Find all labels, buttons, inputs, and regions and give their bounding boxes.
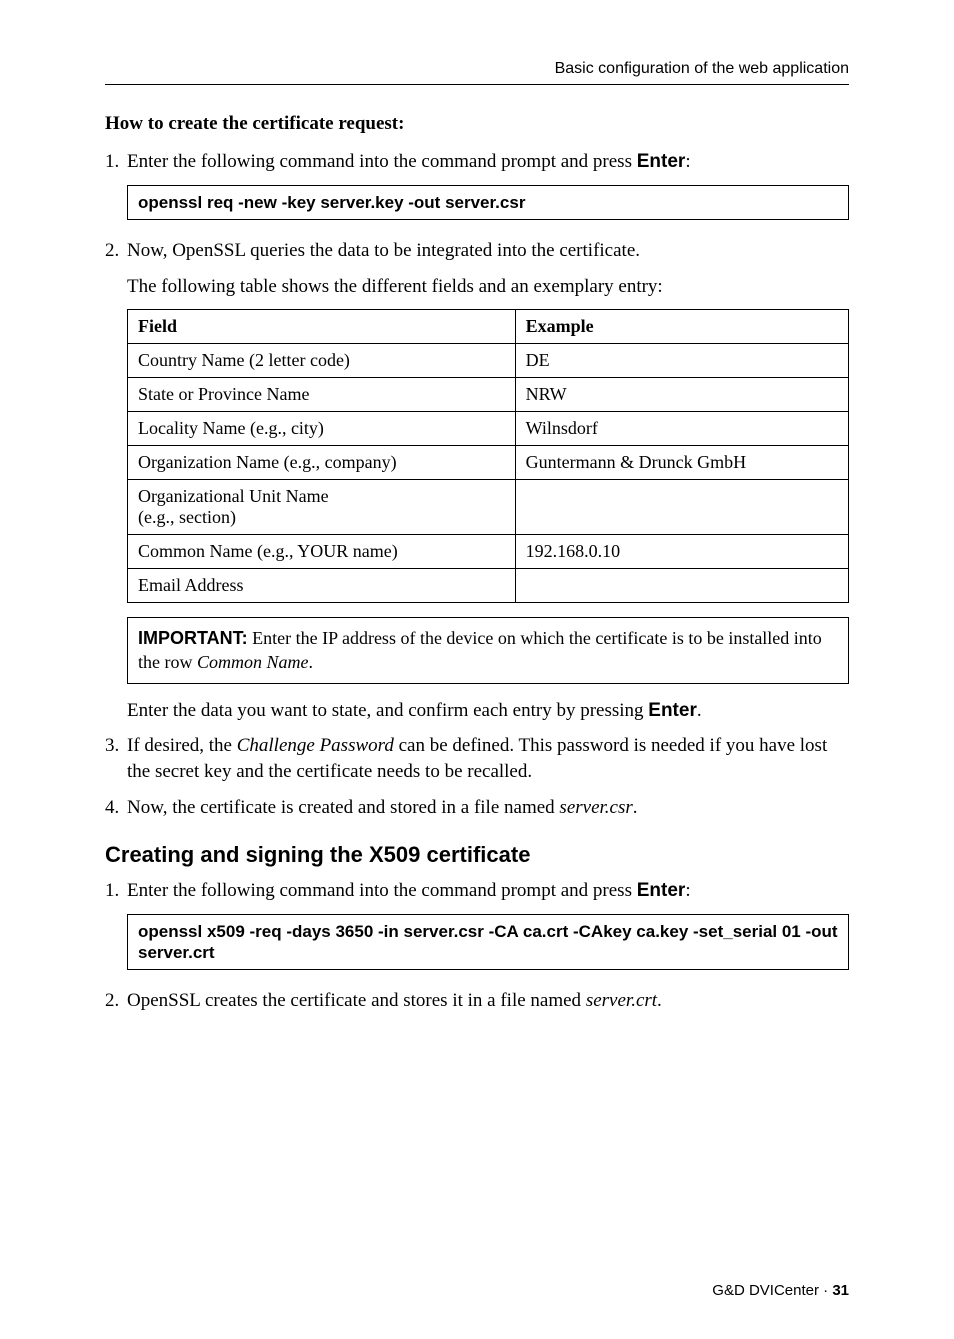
step-number: 2. [105,988,127,1014]
italic-text: server.csr [559,797,632,818]
footer-page-number: 31 [832,1282,849,1299]
page-footer: G&D DVICenter · 31 [712,1282,849,1299]
x509-step-2: 2.OpenSSL creates the certificate and st… [105,988,849,1014]
section-heading-create-request: How to create the certificate request: [105,113,849,135]
cell-field: Organizational Unit Name (e.g., section) [128,480,516,535]
footer-product: G&D DVICenter · [712,1282,832,1299]
table-row: Common Name (e.g., YOUR name) 192.168.0.… [128,535,849,569]
table-row: Country Name (2 letter code) DE [128,344,849,378]
text-suffix: . [697,700,702,721]
step-4: 4.Now, the certificate is created and st… [105,795,849,821]
cell-example: DE [515,344,848,378]
x509-step-1: 1.Enter the following command into the c… [105,878,849,904]
cell-field: Organization Name (e.g., company) [128,446,516,480]
step-suffix: : [685,880,690,901]
step-1: 1.Enter the following command into the c… [105,149,849,175]
code-block-openssl-x509: openssl x509 -req -days 3650 -in server.… [127,914,849,971]
cell-field: Country Name (2 letter code) [128,344,516,378]
italic-text: server.crt [586,990,657,1011]
document-page: Basic configuration of the web applicati… [0,0,954,1339]
section-heading-x509: Creating and signing the X509 certificat… [105,842,849,868]
table-row: Email Address [128,569,849,603]
step-text: If desired, the [127,735,237,756]
fields-table: Field Example Country Name (2 letter cod… [127,309,849,603]
table-header-row: Field Example [128,310,849,344]
cell-example: 192.168.0.10 [515,535,848,569]
important-italic: Common Name [197,652,309,672]
step-suffix: . [657,990,662,1011]
cell-example: Wilnsdorf [515,412,848,446]
step-number: 1. [105,878,127,904]
important-callout: IMPORTANT: Enter the IP address of the d… [127,617,849,684]
step-2: 2.Now, OpenSSL queries the data to be in… [105,238,849,264]
table-row: Locality Name (e.g., city) Wilnsdorf [128,412,849,446]
step-text: Now, OpenSSL queries the data to be inte… [127,240,640,261]
running-header: Basic configuration of the web applicati… [105,60,849,85]
col-example: Example [515,310,848,344]
key-enter: Enter [637,151,686,172]
step-number: 3. [105,733,127,759]
cell-example [515,480,848,535]
key-enter: Enter [637,880,686,901]
step-text: Now, the certificate is created and stor… [127,797,559,818]
step-3: 3.If desired, the Challenge Password can… [105,733,849,784]
key-enter: Enter [648,700,697,721]
step-number: 4. [105,795,127,821]
step-2b-text: The following table shows the different … [127,274,849,300]
cell-example [515,569,848,603]
step-text: OpenSSL creates the certificate and stor… [127,990,586,1011]
cell-field: Common Name (e.g., YOUR name) [128,535,516,569]
step-suffix: . [633,797,638,818]
cell-example: NRW [515,378,848,412]
table-row: State or Province Name NRW [128,378,849,412]
step-text: Enter the following command into the com… [127,880,637,901]
italic-text: Challenge Password [237,735,394,756]
text: Enter the data you want to state, and co… [127,700,648,721]
cell-field: State or Province Name [128,378,516,412]
step-number: 1. [105,149,127,175]
cell-example: Guntermann & Drunck GmbH [515,446,848,480]
col-field: Field [128,310,516,344]
code-block-openssl-req: openssl req -new -key server.key -out se… [127,185,849,220]
important-label: IMPORTANT: [138,628,248,648]
step-text-suffix: : [685,151,690,172]
important-suffix: . [308,652,313,672]
table-row: Organization Name (e.g., company) Gunter… [128,446,849,480]
step-number: 2. [105,238,127,264]
cell-field: Email Address [128,569,516,603]
table-row: Organizational Unit Name (e.g., section) [128,480,849,535]
step-text: Enter the following command into the com… [127,151,637,172]
cell-field: Locality Name (e.g., city) [128,412,516,446]
post-important-text: Enter the data you want to state, and co… [127,698,849,724]
